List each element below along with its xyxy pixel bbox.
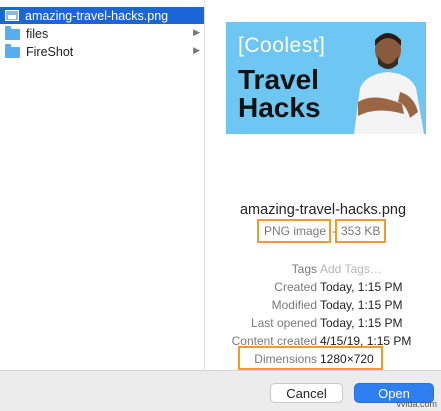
- watermark-logo: vvida.com: [396, 399, 437, 409]
- thumbnail-coolest-text: [Coolest]: [238, 34, 326, 57]
- thumbnail-travel-text: Travel: [238, 64, 319, 95]
- thumbnail-hacks-text: Hacks: [238, 92, 321, 123]
- metadata-value: Today, 1:15 PM: [320, 298, 403, 312]
- metadata-value: Today, 1:15 PM: [320, 316, 403, 330]
- metadata-value: 1280×720: [320, 352, 374, 366]
- kind-size-separator: -: [332, 224, 336, 238]
- metadata-label: Tags: [291, 262, 317, 276]
- chevron-right-icon[interactable]: ▶: [193, 27, 200, 38]
- file-size: 353 KB: [341, 224, 381, 238]
- chevron-right-icon[interactable]: ▶: [193, 45, 200, 56]
- metadata-label: Content created: [231, 334, 317, 348]
- metadata-label: Modified: [271, 298, 317, 312]
- folder-item-files[interactable]: files ▶: [0, 25, 204, 42]
- file-kind: PNG image: [264, 224, 327, 238]
- metadata-value: Today, 1:15 PM: [320, 280, 403, 294]
- folder-icon: [5, 44, 20, 58]
- folder-item-label: FireShot: [26, 44, 74, 59]
- file-dialog: amazing-travel-hacks.png files ▶ FireSho…: [0, 0, 441, 370]
- image-thumbnail: [Coolest] Travel Hacks: [226, 22, 426, 134]
- dialog-footer: Cancel Open vvida.com: [0, 370, 441, 411]
- metadata-label: Last opened: [250, 316, 317, 330]
- folder-item-fireshot[interactable]: FireShot ▶: [0, 43, 204, 60]
- metadata-label: Dimensions: [254, 352, 317, 366]
- metadata-value: 4/15/19, 1:15 PM: [320, 334, 412, 348]
- cancel-button[interactable]: Cancel: [270, 383, 343, 403]
- file-browser-column: amazing-travel-hacks.png files ▶ FireSho…: [0, 0, 205, 370]
- image-file-icon: [5, 10, 19, 21]
- folder-item-label: files: [26, 26, 49, 41]
- file-item-label: amazing-travel-hacks.png: [25, 8, 169, 23]
- metadata-label: Created: [274, 280, 317, 294]
- folder-icon: [5, 26, 20, 40]
- preview-pane: [Coolest] Travel Hacks amazing-travel-ha…: [205, 0, 441, 370]
- preview-filename: amazing-travel-hacks.png: [239, 202, 407, 218]
- file-item-amazing-travel-hacks[interactable]: amazing-travel-hacks.png: [0, 7, 204, 24]
- person-illustration: [354, 33, 424, 134]
- tags-input[interactable]: Add Tags…: [320, 262, 382, 276]
